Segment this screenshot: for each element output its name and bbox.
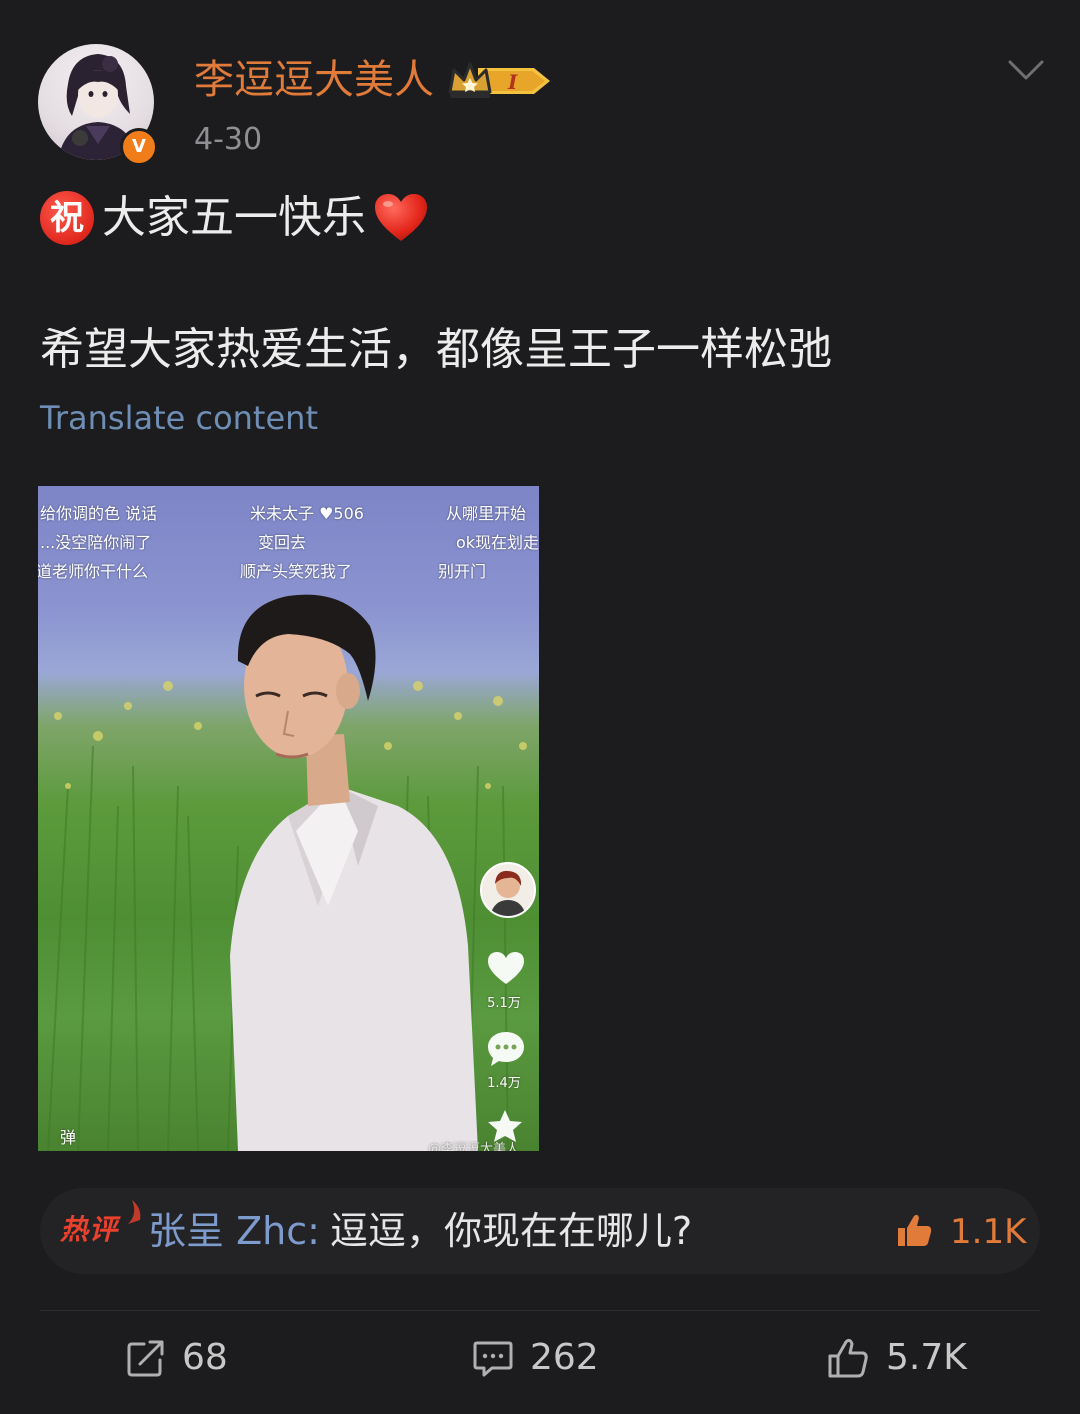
- member-level-badge: I: [446, 58, 554, 108]
- post-image[interactable]: 给你调的色 说话 ...没空陪你闹了 道老师你干什么 米未太子 ♥506 变回去…: [38, 486, 539, 1151]
- video-like-count: 5.1万: [487, 996, 521, 1011]
- danmaku-comment: ok现在划走: [456, 533, 539, 552]
- danmaku-comment: 从哪里开始: [446, 504, 527, 523]
- post-text-line-1: 祝 大家五一快乐: [40, 188, 430, 248]
- share-icon: [127, 1340, 164, 1377]
- danmaku-comment: 米未太子 ♥506: [250, 504, 364, 523]
- comment-bubble-icon[interactable]: [486, 1030, 526, 1068]
- red-heart-icon: [375, 194, 427, 241]
- level-numeral: I: [507, 70, 518, 94]
- hot-comment-badge: 热评: [60, 1213, 119, 1246]
- crown-icon: I: [448, 62, 550, 98]
- danmaku-comment: 给你调的色 说话: [40, 504, 158, 523]
- flame-icon: [128, 1200, 141, 1224]
- comment-like-count: 1.1K: [950, 1212, 1027, 1252]
- watermark: @李逗逗大美人: [428, 1142, 520, 1151]
- comment-text: 逗逗，你现在在哪儿?: [330, 1209, 693, 1253]
- repost-button[interactable]: 68: [126, 1330, 228, 1386]
- danmaku-comment: 别开门: [438, 562, 487, 581]
- danmaku-comment: 道老师你干什么: [38, 562, 149, 581]
- video-comment-count: 1.4万: [487, 1076, 521, 1091]
- creator-avatar[interactable]: [480, 862, 536, 918]
- danmaku-comment: 变回去: [258, 533, 307, 552]
- divider: [40, 1310, 1040, 1311]
- like-button[interactable]: 5.7K: [826, 1330, 967, 1386]
- danmaku-comment: ...没空陪你闹了: [40, 533, 152, 552]
- comment-count: 262: [530, 1337, 599, 1378]
- chevron-down-icon[interactable]: [1004, 54, 1048, 88]
- verified-badge: V: [120, 128, 158, 166]
- translate-content-link[interactable]: Translate content: [40, 396, 318, 440]
- zhu-emoji-icon: 祝: [40, 191, 94, 245]
- danmu-toggle[interactable]: 弹: [60, 1124, 76, 1148]
- comment-icon: [473, 1341, 513, 1377]
- like-heart-icon[interactable]: [486, 950, 526, 986]
- author-name[interactable]: 李逗逗大美人: [194, 56, 434, 104]
- hot-comment[interactable]: 热评 张呈 Zhc: 逗逗，你现在在哪儿? 1.1K: [40, 1188, 1040, 1274]
- post-text-line-2: 希望大家热爱生活，都像呈王子一样松弛: [40, 324, 832, 375]
- post-text-greeting: 大家五一快乐: [102, 192, 366, 243]
- weibo-post: V 李逗逗大美人 I 4-30 祝 大家五一快乐 希望大家热爱生活，都像呈王子一…: [0, 0, 1080, 1414]
- thumbs-up-outline-icon: [828, 1338, 868, 1378]
- comment-author[interactable]: 张呈 Zhc:: [148, 1208, 320, 1254]
- post-date: 4-30: [194, 122, 263, 157]
- danmaku-comment: 顺产头笑死我了: [240, 562, 353, 581]
- thumbs-up-icon[interactable]: [894, 1210, 934, 1250]
- photo-scene: [47, 594, 527, 1151]
- comment-button[interactable]: 262: [472, 1330, 599, 1386]
- repost-count: 68: [182, 1337, 228, 1378]
- like-count: 5.7K: [886, 1337, 967, 1378]
